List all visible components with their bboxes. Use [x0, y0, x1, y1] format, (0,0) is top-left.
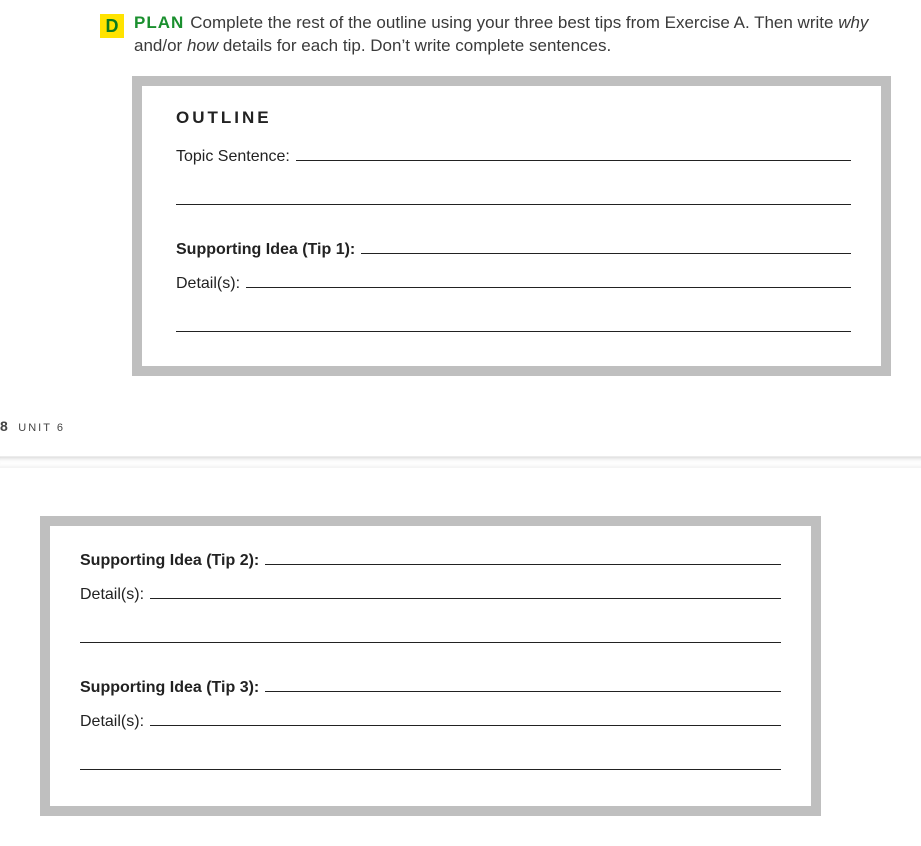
topic-sentence-input-line[interactable]	[296, 146, 851, 161]
tip2-details-row: Detail(s):	[80, 584, 781, 604]
tip1-details-input-line[interactable]	[246, 273, 851, 288]
outline-panel-upper: OUTLINE Topic Sentence: Supporting Idea …	[132, 76, 891, 376]
outline-panel-lower-wrap: Supporting Idea (Tip 2): Detail(s): Supp…	[0, 468, 921, 846]
why-word: why	[838, 13, 868, 32]
topic-sentence-row: Topic Sentence:	[176, 146, 851, 166]
unit-label: UNIT 6	[18, 422, 65, 434]
tip2-row: Supporting Idea (Tip 2):	[80, 550, 781, 570]
tip2-input-line[interactable]	[265, 550, 781, 565]
tip3-label: Supporting Idea (Tip 3):	[80, 679, 259, 697]
outline-panel-lower: Supporting Idea (Tip 2): Detail(s): Supp…	[40, 516, 821, 816]
instructions-text-2: details for each tip. Don’t write comple…	[218, 36, 611, 55]
tip1-input-line[interactable]	[361, 239, 851, 254]
tip2-label: Supporting Idea (Tip 2):	[80, 552, 259, 570]
page: D PLAN Complete the rest of the outline u…	[0, 0, 921, 846]
outline-panel-upper-wrap: OUTLINE Topic Sentence: Supporting Idea …	[0, 66, 921, 376]
tip1-details-row: Detail(s):	[176, 273, 851, 293]
tip3-details-label: Detail(s):	[80, 713, 144, 731]
page-footer: 8 UNIT 6	[0, 376, 921, 456]
tip1-details-input-line-2[interactable]	[176, 317, 851, 332]
tip3-row: Supporting Idea (Tip 3):	[80, 677, 781, 697]
how-word: how	[187, 36, 218, 55]
tip2-details-input-line[interactable]	[150, 584, 781, 599]
tip1-row: Supporting Idea (Tip 1):	[176, 239, 851, 259]
tip3-details-input-line-2[interactable]	[80, 755, 781, 770]
tip3-details-input-line[interactable]	[150, 711, 781, 726]
exercise-letter-badge: D	[100, 14, 124, 38]
outline-title: OUTLINE	[176, 108, 851, 128]
topic-sentence-label: Topic Sentence:	[176, 148, 290, 166]
instructions-andor: and/or	[134, 36, 187, 55]
exercise-instructions: PLAN Complete the rest of the outline usi…	[134, 12, 894, 58]
tip3-input-line[interactable]	[265, 677, 781, 692]
page-divider	[0, 456, 921, 468]
tip3-details-row: Detail(s):	[80, 711, 781, 731]
tip1-details-label: Detail(s):	[176, 275, 240, 293]
page-number: 8	[0, 418, 8, 434]
tip2-details-label: Detail(s):	[80, 586, 144, 604]
tip2-details-input-line-2[interactable]	[80, 628, 781, 643]
plan-label: PLAN	[134, 13, 184, 32]
topic-sentence-input-line-2[interactable]	[176, 190, 851, 205]
exercise-header: D PLAN Complete the rest of the outline u…	[0, 0, 921, 66]
tip1-label: Supporting Idea (Tip 1):	[176, 241, 355, 259]
instructions-text-1: Complete the rest of the outline using y…	[190, 13, 838, 32]
